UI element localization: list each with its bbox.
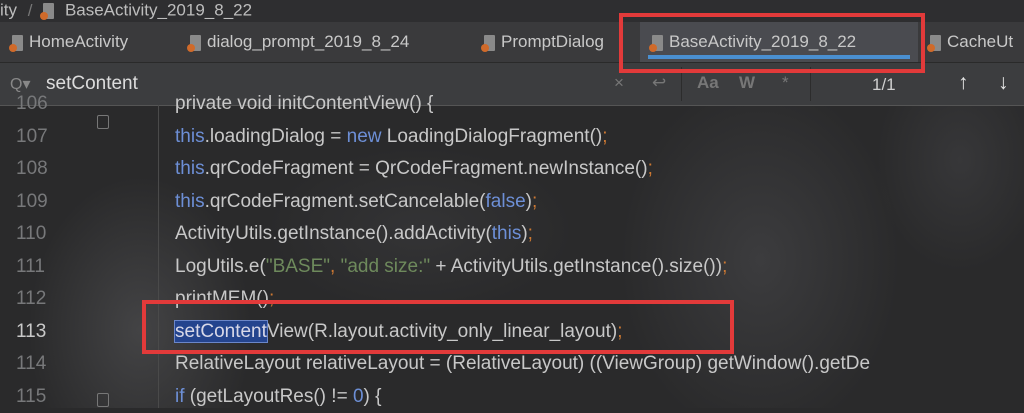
find-bar: Q▾ × ↩ Aa W * 1/1 ↑ ↓	[0, 63, 1024, 106]
code-token: private void initContentView() {	[175, 93, 434, 114]
tab-home-activity[interactable]: HomeActivity	[9, 22, 129, 62]
breadcrumb-separator: /	[27, 0, 33, 20]
match-case-button[interactable]: Aa	[697, 73, 719, 93]
code-token: ;	[647, 158, 653, 179]
code-token: ;	[527, 223, 533, 244]
tab-base-activity[interactable]: BaseActivity_2019_8_22	[640, 22, 918, 62]
code-token: ;	[722, 255, 728, 277]
tab-cache-utils[interactable]: CacheUt	[927, 22, 1014, 62]
previous-occurrence-icon[interactable]: ↑	[958, 71, 969, 95]
code-token: .qrCodeFragment.setCancelable(	[204, 190, 486, 212]
code-token: if	[175, 385, 185, 407]
divider	[681, 67, 682, 101]
code-token: "add size:"	[340, 255, 431, 277]
code-token: this	[175, 190, 205, 212]
line-number: 112	[16, 288, 47, 309]
code-token: .qrCodeFragment = QrCodeFragment.newInst…	[204, 158, 648, 179]
java-file-icon	[9, 34, 23, 52]
tab-label: dialog_prompt_2019_8_24	[207, 32, 410, 51]
code-token: new	[346, 125, 382, 147]
code-token: ActivityUtils.getInstance().addActivity(	[175, 223, 492, 244]
code-token: ;	[268, 288, 275, 309]
line-number: 109	[16, 190, 48, 212]
java-file-icon	[481, 34, 495, 52]
code-token: View(R.layout.activity_only_linear_layou…	[266, 320, 618, 342]
line-number: 108	[16, 158, 48, 179]
code-text: this.qrCodeFragment = QrCodeFragment.new…	[175, 153, 653, 185]
code-token: LogUtils.e(	[175, 255, 266, 277]
line-number: 111	[16, 255, 45, 277]
line-number: 110	[16, 223, 47, 244]
code-token: printMEM()	[175, 288, 269, 309]
regex-button[interactable]: *	[782, 73, 789, 93]
code-token: .loadingDialog =	[204, 125, 347, 147]
next-occurrence-icon[interactable]: ↓	[998, 71, 1009, 95]
code-text: ActivityUtils.getInstance().addActivity(…	[175, 218, 533, 250]
code-text: this.qrCodeFragment.setCancelable(false)…	[175, 186, 537, 218]
code-token: ;	[531, 190, 538, 212]
code-token: ,	[330, 255, 341, 277]
tab-dialog-prompt[interactable]: dialog_prompt_2019_8_24	[187, 22, 410, 62]
divider	[810, 67, 811, 101]
tab-label: HomeActivity	[29, 32, 129, 51]
code-token: 0	[352, 385, 364, 407]
active-tab-indicator	[648, 55, 910, 59]
code-token: + ActivityUtils.getInstance().size())	[430, 255, 723, 277]
code-token: this	[175, 125, 205, 147]
java-file-icon	[40, 2, 55, 20]
tab-label: PromptDialog	[501, 32, 604, 51]
code-token: ;	[617, 320, 623, 342]
line-number: 114	[16, 353, 47, 374]
breadcrumb: ity / BaseActivity_2019_8_22	[0, 0, 1024, 22]
newline-icon[interactable]: ↩	[652, 73, 666, 93]
code-text: private void initContentView() {	[175, 88, 433, 120]
line-number: 113	[16, 320, 47, 342]
line-number: 106	[16, 93, 48, 114]
code-token: this	[491, 223, 522, 244]
code-token: (getLayoutRes() !=	[184, 385, 353, 407]
code-text: RelativeLayout relativeLayout = (Relativ…	[175, 348, 870, 380]
code-token: this	[175, 158, 205, 179]
clear-icon[interactable]: ×	[614, 73, 624, 93]
editor-tab-bar: HomeActivity dialog_prompt_2019_8_24 Pro…	[0, 22, 1024, 63]
breadcrumb-parent[interactable]: ity	[0, 1, 17, 20]
gutter-divider	[158, 105, 159, 408]
tab-label: CacheUt	[947, 32, 1014, 51]
code-token: LoadingDialogFragment()	[381, 125, 603, 147]
breadcrumb-file[interactable]: BaseActivity_2019_8_22	[65, 1, 252, 20]
tab-label: BaseActivity_2019_8_22	[669, 32, 857, 51]
tab-prompt-dialog[interactable]: PromptDialog	[481, 22, 604, 62]
code-token: RelativeLayout relativeLayout = (Relativ…	[175, 353, 871, 374]
code-text: this.loadingDialog = new LoadingDialogFr…	[175, 121, 608, 153]
code-token: ) {	[363, 385, 382, 407]
code-text: setContentView(R.layout.activity_only_li…	[174, 316, 623, 348]
line-number: 107	[16, 125, 48, 147]
search-match-highlight: setContent	[174, 319, 268, 343]
xml-file-icon	[187, 34, 201, 52]
code-token: "BASE"	[265, 255, 331, 277]
code-token: ;	[602, 125, 608, 147]
java-file-icon	[649, 34, 663, 52]
match-count: 1/1	[872, 75, 896, 94]
java-file-icon	[927, 34, 941, 52]
code-text: LogUtils.e("BASE", "add size:" + Activit…	[175, 251, 727, 283]
code-text: printMEM();	[175, 283, 274, 315]
whole-words-button[interactable]: W	[739, 73, 755, 93]
code-token: false	[485, 190, 526, 212]
fold-marker-icon[interactable]	[97, 393, 109, 407]
fold-marker-icon[interactable]	[97, 115, 109, 129]
